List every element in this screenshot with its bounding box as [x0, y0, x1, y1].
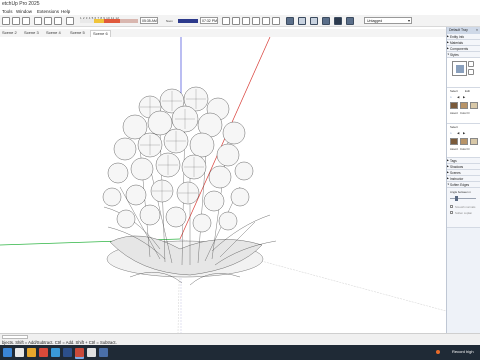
shadow-month-slider[interactable]	[80, 19, 138, 23]
zoom-extents-icon[interactable]	[54, 17, 62, 25]
title-bar: etchUp Pro 2025	[0, 0, 480, 8]
zoom-icon[interactable]	[34, 17, 42, 25]
style-swatch-color-d[interactable]	[460, 102, 468, 109]
wireframe-style-icon[interactable]	[298, 17, 306, 25]
style-swatch-assort-2[interactable]	[450, 138, 458, 145]
select-tab[interactable]: Select	[450, 89, 458, 93]
right-view-icon[interactable]	[252, 17, 260, 25]
swatch-label-assort: Assort	[450, 111, 458, 115]
close-icon[interactable]: ×	[476, 27, 478, 34]
style-swatch-color-d-2[interactable]	[460, 138, 468, 145]
style-browser-panel-2: Select ⌂ ◀ ▶ Assort Color D	[447, 124, 480, 158]
back-view-icon[interactable]	[262, 17, 270, 25]
styles-panel	[447, 58, 480, 88]
tab-scene-2[interactable]: Scene 2	[0, 30, 19, 37]
soften-angle-label: Angle between n	[450, 190, 471, 194]
home-icon[interactable]: ⌂	[450, 95, 452, 99]
time-start-field[interactable]: 05:35 AM	[140, 17, 158, 24]
select-label-2: Select	[450, 125, 458, 129]
home-icon-2[interactable]: ⌂	[450, 131, 452, 135]
select-tool-icon[interactable]	[2, 17, 10, 25]
menu-extensions[interactable]: Extensions	[37, 9, 59, 14]
app-icon-slate[interactable]	[99, 348, 108, 357]
app-icon-blue[interactable]	[51, 348, 60, 357]
menu-help[interactable]: Help	[61, 9, 70, 14]
status-bar: bjects. Shift = Add/Subtract. Ctrl = Add…	[0, 333, 480, 345]
app-icon-white[interactable]	[87, 348, 96, 357]
main-toolbar: 1 2 3 4 5 6 7 8 9 10 11 12 05:35 AM Noon…	[0, 15, 480, 27]
chevron-down-icon: ▾	[407, 18, 410, 23]
swatch-label-color-d: Color D	[460, 111, 470, 115]
tab-scene-4[interactable]: Scene 4	[44, 30, 63, 37]
app-icon-red[interactable]	[39, 348, 48, 357]
tag-dropdown-value: Untagged	[367, 19, 383, 23]
status-info-box	[2, 335, 28, 339]
hidden-line-style-icon[interactable]	[310, 17, 318, 25]
monochrome-style-icon[interactable]	[346, 17, 354, 25]
menu-window[interactable]: Window	[16, 9, 32, 14]
style-swatch-assort[interactable]	[450, 102, 458, 109]
style-browser-panel: Select Edit ⌂ ◀ ▶ Assort Color D	[447, 88, 480, 124]
tray-title-bar: Default Tray ×	[447, 27, 480, 34]
forward-arrow-icon[interactable]: ▶	[463, 95, 465, 99]
weather-icon[interactable]	[436, 350, 440, 354]
search-icon[interactable]	[15, 348, 24, 357]
sketchup-taskbar-icon[interactable]	[75, 348, 84, 357]
front-view-icon[interactable]	[242, 17, 250, 25]
scene-tabs: Scene 2 Scene 3 Scene 4 Scene 5 Scene 6	[0, 29, 446, 37]
undo-icon[interactable]	[12, 17, 20, 25]
window-title: etchUp Pro 2025	[2, 1, 40, 7]
weather-text: Record high	[452, 349, 474, 354]
redo-icon[interactable]	[22, 17, 30, 25]
app-icon-navy[interactable]	[63, 348, 72, 357]
edit-tab[interactable]: Edit	[465, 89, 470, 93]
zoom-window-icon[interactable]	[44, 17, 52, 25]
forward-arrow-icon-2[interactable]: ▶	[463, 131, 465, 135]
time-end-field[interactable]: 07:32 PM	[200, 17, 218, 24]
tag-dropdown[interactable]: Untagged ▾	[364, 17, 412, 24]
swatch-label-assort-2: Assort	[450, 147, 458, 151]
soften-edges-panel: Angle between n Smooth normals Soften co…	[447, 188, 480, 228]
xray-style-icon[interactable]	[286, 17, 294, 25]
file-explorer-icon[interactable]	[27, 348, 36, 357]
create-style-icon[interactable]	[468, 69, 474, 75]
shaded-style-icon[interactable]	[322, 17, 330, 25]
update-style-icon[interactable]	[468, 61, 474, 67]
style-swatch-3[interactable]	[470, 102, 478, 109]
left-view-icon[interactable]	[272, 17, 280, 25]
start-icon[interactable]	[3, 348, 12, 357]
noon-label: Noon	[166, 19, 173, 23]
tab-scene-5[interactable]: Scene 5	[68, 30, 87, 37]
soften-coplanar-label: Soften coplan	[455, 211, 473, 215]
smooth-normals-checkbox[interactable]	[450, 205, 453, 208]
swatch-label-color-d-2: Color D	[460, 147, 470, 151]
textured-style-icon[interactable]	[334, 17, 342, 25]
plant-model	[102, 86, 277, 286]
model-viewport[interactable]	[0, 37, 446, 333]
slider-handle[interactable]	[455, 196, 458, 201]
style-swatch-6[interactable]	[470, 138, 478, 145]
soften-coplanar-checkbox[interactable]	[450, 211, 453, 214]
menu-bar: Tools Window Extensions Help	[0, 8, 480, 15]
tray-title: Default Tray	[449, 28, 468, 32]
taskbar: Record high	[0, 345, 480, 360]
top-view-icon[interactable]	[232, 17, 240, 25]
back-arrow-icon-2[interactable]: ◀	[457, 131, 459, 135]
style-thumbnail[interactable]	[452, 61, 467, 76]
tab-scene-6[interactable]: Scene 6	[90, 30, 111, 37]
back-arrow-icon[interactable]: ◀	[457, 95, 459, 99]
menu-tools[interactable]: Tools	[2, 9, 13, 14]
iso-view-icon[interactable]	[222, 17, 230, 25]
viewport-drawing	[0, 37, 446, 333]
shadow-time-slider[interactable]	[178, 19, 198, 23]
tab-scene-3[interactable]: Scene 3	[22, 30, 41, 37]
default-tray: Default Tray × Entity Info Materials Com…	[446, 27, 480, 333]
app-window: etchUp Pro 2025 Tools Window Extensions …	[0, 0, 480, 360]
shadow-toggle-icon[interactable]	[66, 17, 74, 25]
flower-clusters	[102, 86, 254, 233]
smooth-normals-label: Smooth normals	[455, 205, 476, 209]
soften-angle-slider[interactable]	[450, 198, 476, 199]
